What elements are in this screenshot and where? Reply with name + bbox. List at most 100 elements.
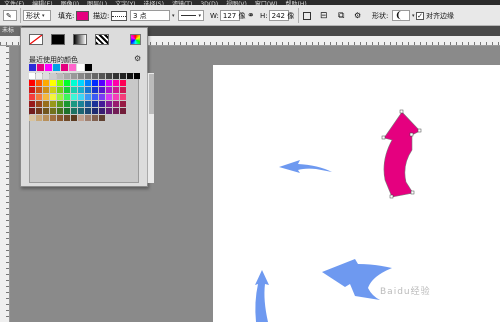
color-swatch[interactable] [64,87,70,93]
solid-color-button[interactable] [51,34,65,45]
color-swatch[interactable] [113,108,119,114]
color-swatch[interactable] [29,108,35,114]
recent-color-swatch[interactable] [37,64,44,71]
color-swatch[interactable] [36,94,42,100]
color-swatch[interactable] [106,94,112,100]
recent-color-swatch[interactable] [85,64,92,71]
recent-color-swatch[interactable] [69,64,76,71]
color-swatch[interactable] [85,73,91,79]
color-swatch[interactable] [113,73,119,79]
color-swatch[interactable] [106,108,112,114]
color-swatch[interactable] [120,101,126,107]
color-swatch[interactable] [120,80,126,86]
color-swatch[interactable] [78,101,84,107]
color-swatch[interactable] [78,73,84,79]
color-swatch[interactable] [57,94,63,100]
color-swatch[interactable] [92,115,98,121]
color-swatch[interactable] [43,101,49,107]
color-swatch[interactable] [85,115,91,121]
color-swatch[interactable] [57,101,63,107]
color-swatch[interactable] [92,80,98,86]
swatch-scrollbar[interactable] [147,73,154,183]
color-swatch[interactable] [50,108,56,114]
color-swatch[interactable] [78,94,84,100]
color-swatch[interactable] [43,80,49,86]
color-swatch[interactable] [57,87,63,93]
scrollbar-thumb[interactable] [149,74,154,114]
color-swatch[interactable] [43,73,49,79]
color-swatch[interactable] [120,108,126,114]
color-swatch[interactable] [85,94,91,100]
color-swatch[interactable] [36,73,42,79]
color-swatch[interactable] [71,94,77,100]
color-swatch[interactable] [36,80,42,86]
color-swatch[interactable] [43,115,49,121]
color-swatch[interactable] [64,101,70,107]
pink-arrow-shape[interactable] [383,111,421,198]
color-swatch[interactable] [78,115,84,121]
color-swatch[interactable] [99,101,105,107]
color-swatch[interactable] [71,87,77,93]
color-swatch[interactable] [127,73,133,79]
color-swatch[interactable] [106,101,112,107]
color-swatch[interactable] [85,108,91,114]
color-swatch[interactable] [50,94,56,100]
recent-color-swatch[interactable] [53,64,60,71]
color-swatch[interactable] [99,80,105,86]
blue-arrow-shape-small[interactable] [279,160,332,173]
color-swatch[interactable] [71,115,77,121]
color-swatch[interactable] [85,101,91,107]
color-swatch[interactable] [43,94,49,100]
color-swatch[interactable] [50,80,56,86]
color-swatch[interactable] [85,87,91,93]
color-swatch[interactable] [92,87,98,93]
recent-color-swatch[interactable] [61,64,68,71]
color-swatch[interactable] [29,73,35,79]
color-swatch[interactable] [92,94,98,100]
gradient-button[interactable] [73,34,87,45]
color-swatch[interactable] [99,94,105,100]
color-swatch[interactable] [78,108,84,114]
color-swatch[interactable] [113,87,119,93]
color-swatch[interactable] [134,73,140,79]
recent-color-swatch[interactable] [45,64,52,71]
recent-color-swatch[interactable] [77,64,84,71]
color-swatch[interactable] [43,108,49,114]
color-swatch[interactable] [113,94,119,100]
color-swatch[interactable] [92,108,98,114]
gear-icon[interactable]: ⚙ [134,54,141,63]
color-swatch[interactable] [29,80,35,86]
color-swatch[interactable] [50,101,56,107]
color-swatch[interactable] [29,94,35,100]
color-swatch[interactable] [71,108,77,114]
color-swatch[interactable] [92,73,98,79]
color-swatch[interactable] [29,101,35,107]
color-swatch[interactable] [36,115,42,121]
color-swatch[interactable] [43,87,49,93]
color-swatch[interactable] [64,108,70,114]
color-swatch[interactable] [71,73,77,79]
color-swatch[interactable] [120,87,126,93]
color-swatch[interactable] [120,73,126,79]
pattern-button[interactable] [95,34,109,45]
color-swatch[interactable] [50,73,56,79]
color-swatch[interactable] [120,94,126,100]
color-picker-icon[interactable] [130,34,141,45]
color-swatch[interactable] [85,80,91,86]
color-swatch[interactable] [57,73,63,79]
color-swatch[interactable] [78,87,84,93]
color-swatch[interactable] [71,101,77,107]
color-swatch[interactable] [92,101,98,107]
color-swatch[interactable] [29,115,35,121]
color-swatch[interactable] [50,115,56,121]
recent-color-swatch[interactable] [29,64,36,71]
color-swatch[interactable] [36,108,42,114]
color-swatch[interactable] [106,87,112,93]
color-swatch[interactable] [99,115,105,121]
blue-arrow-shape-vertical[interactable] [255,270,269,322]
color-swatch[interactable] [36,87,42,93]
color-swatch[interactable] [29,87,35,93]
color-swatch[interactable] [71,80,77,86]
color-swatch[interactable] [64,115,70,121]
color-swatch[interactable] [64,80,70,86]
